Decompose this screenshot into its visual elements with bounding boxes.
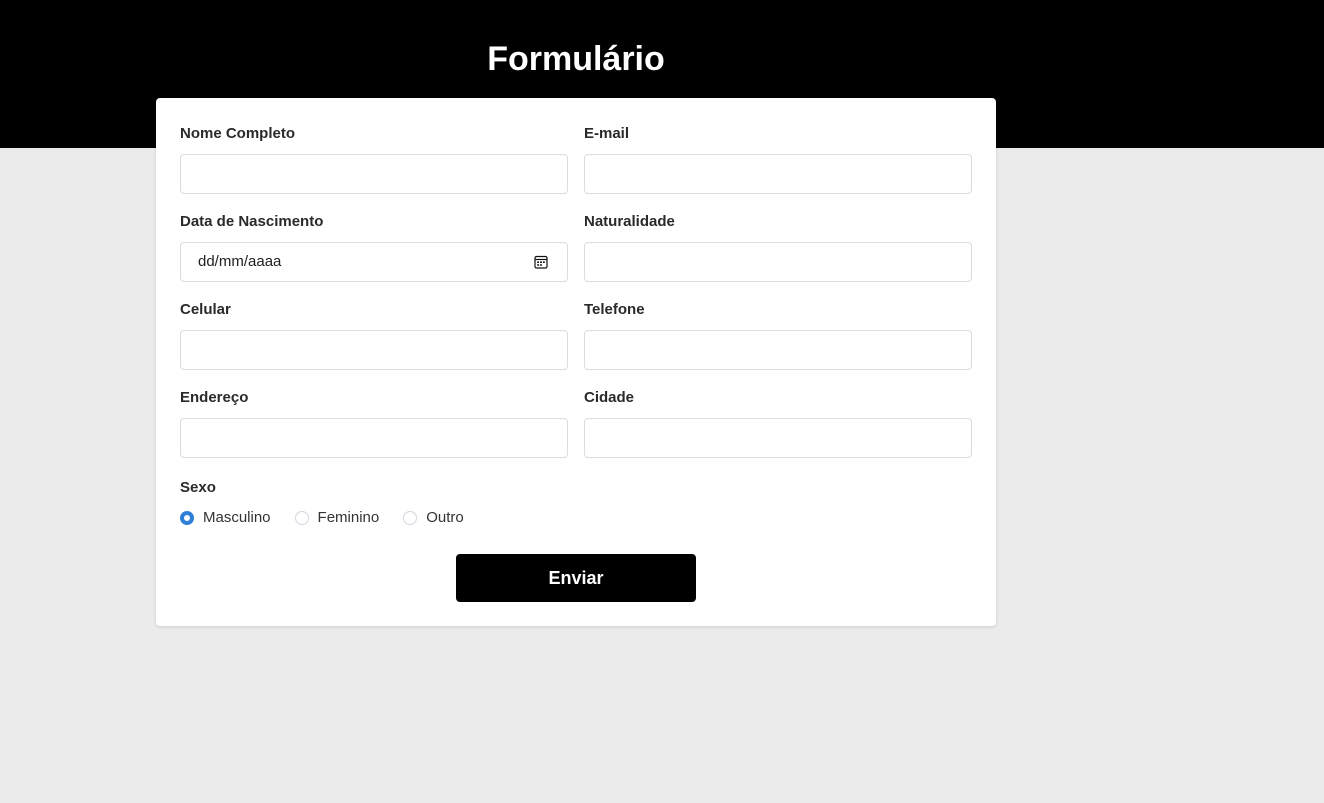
calendar-icon[interactable] [534, 255, 548, 269]
endereco-label: Endereço [180, 389, 249, 406]
radio-outro-label: Outro [426, 509, 464, 526]
form-card: Nome Completo E-mail Data de Nascimento … [156, 98, 996, 626]
field-naturalidade: Naturalidade [584, 212, 972, 282]
radio-checked-icon[interactable] [180, 511, 194, 525]
radio-unchecked-icon[interactable] [294, 511, 309, 525]
email-input[interactable] [584, 154, 972, 194]
celular-label: Celular [180, 301, 231, 318]
cidade-input[interactable] [584, 418, 972, 458]
celular-input[interactable] [180, 330, 568, 370]
endereco-input[interactable] [180, 418, 568, 458]
sexo-radio-group: Masculino Feminino Outro [180, 508, 488, 528]
telefone-input[interactable] [584, 330, 972, 370]
email-label: E-mail [584, 125, 630, 142]
telefone-label: Telefone [584, 301, 645, 318]
field-nome: Nome Completo [180, 124, 568, 194]
radio-feminino[interactable]: Feminino [294, 508, 380, 528]
submit-button[interactable]: Enviar [456, 554, 696, 602]
field-telefone: Telefone [584, 300, 972, 370]
radio-feminino-label: Feminino [317, 509, 380, 526]
radio-unchecked-icon[interactable] [403, 511, 418, 525]
page-title: Formulário [487, 40, 665, 78]
radio-masculino-label: Masculino [203, 509, 271, 526]
field-endereco: Endereço [180, 388, 568, 458]
nome-input[interactable] [180, 154, 568, 194]
nascimento-label: Data de Nascimento [180, 213, 324, 230]
field-cidade: Cidade [584, 388, 972, 458]
field-nascimento: Data de Nascimento dd/mm/aaaa [180, 212, 568, 282]
nascimento-placeholder: dd/mm/aaaa [198, 253, 282, 270]
cidade-label: Cidade [584, 389, 635, 406]
sexo-label: Sexo [180, 479, 216, 496]
radio-masculino[interactable]: Masculino [180, 508, 271, 528]
nascimento-input[interactable]: dd/mm/aaaa [180, 242, 568, 282]
field-celular: Celular [180, 300, 568, 370]
radio-outro[interactable]: Outro [403, 508, 464, 528]
nome-label: Nome Completo [180, 125, 296, 142]
field-email: E-mail [584, 124, 972, 194]
naturalidade-input[interactable] [584, 242, 972, 282]
naturalidade-label: Naturalidade [584, 213, 675, 230]
